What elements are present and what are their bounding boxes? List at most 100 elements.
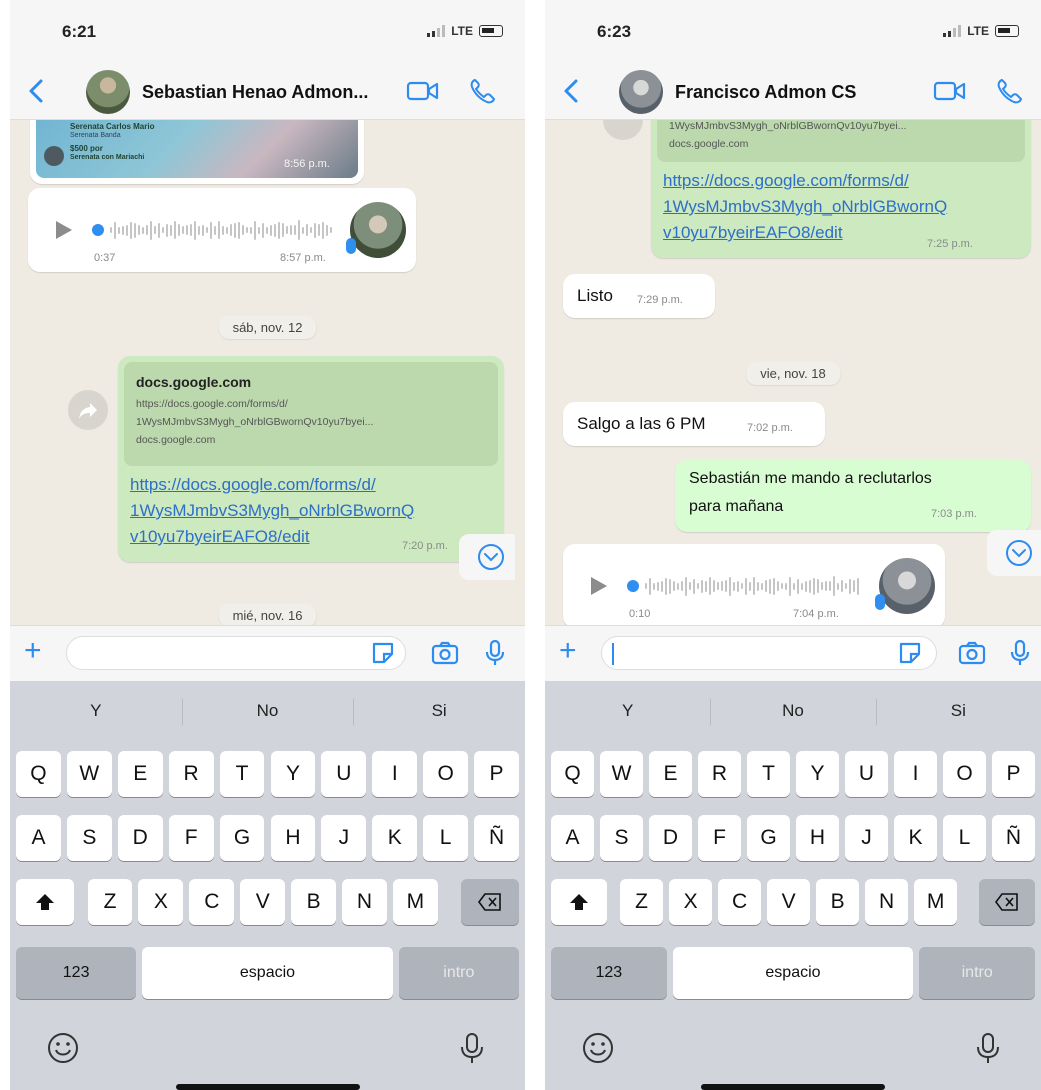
camera-icon[interactable] bbox=[957, 638, 987, 668]
dictation-icon[interactable] bbox=[971, 1031, 1005, 1065]
key-f[interactable]: F bbox=[698, 815, 741, 861]
key-z[interactable]: Z bbox=[87, 879, 133, 925]
link-message[interactable]: 1WysMJmbvS3Mygh_oNrblGBwornQv10yu7byei..… bbox=[651, 120, 1031, 258]
home-indicator[interactable] bbox=[701, 1084, 885, 1090]
plus-icon[interactable]: + bbox=[24, 636, 42, 666]
key-i[interactable]: I bbox=[894, 751, 937, 797]
link-message[interactable]: docs.google.com https://docs.google.com/… bbox=[118, 356, 504, 562]
key-ñ[interactable]: Ñ bbox=[992, 815, 1035, 861]
space-key[interactable]: espacio bbox=[672, 947, 914, 999]
home-indicator[interactable] bbox=[175, 1084, 360, 1090]
key-x[interactable]: X bbox=[669, 879, 713, 925]
message-list[interactable]: 1WysMJmbvS3Mygh_oNrblGBwornQv10yu7byei..… bbox=[545, 120, 1041, 625]
back-chevron-icon[interactable] bbox=[557, 76, 587, 106]
phone-call-icon[interactable] bbox=[993, 76, 1027, 106]
key-s[interactable]: S bbox=[600, 815, 643, 861]
key-d[interactable]: D bbox=[649, 815, 692, 861]
incoming-message[interactable]: Salgo a las 6 PM 7:02 p.m. bbox=[563, 402, 825, 446]
link-preview[interactable]: 1WysMJmbvS3Mygh_oNrblGBwornQv10yu7byei..… bbox=[657, 120, 1025, 162]
key-c[interactable]: C bbox=[189, 879, 235, 925]
contact-avatar[interactable] bbox=[86, 70, 130, 114]
key-b[interactable]: B bbox=[291, 879, 337, 925]
suggestion-1[interactable]: Y bbox=[90, 701, 101, 721]
emoji-icon[interactable] bbox=[46, 1031, 80, 1065]
key-a[interactable]: A bbox=[16, 815, 61, 861]
image-message[interactable]: Serenata Carlos Mario Serenata Banda $50… bbox=[30, 120, 364, 184]
key-r[interactable]: R bbox=[168, 751, 214, 797]
link-line-1[interactable]: https://docs.google.com/forms/d/ bbox=[663, 168, 909, 194]
link-line-3[interactable]: v10yu7byeirEAFO8/edit bbox=[130, 524, 310, 550]
numbers-key[interactable]: 123 bbox=[16, 947, 137, 999]
key-m[interactable]: M bbox=[914, 879, 958, 925]
message-list[interactable]: Serenata Carlos Mario Serenata Banda $50… bbox=[10, 120, 525, 625]
key-v[interactable]: V bbox=[240, 879, 286, 925]
key-j[interactable]: J bbox=[845, 815, 888, 861]
key-q[interactable]: Q bbox=[16, 751, 61, 797]
key-r[interactable]: R bbox=[698, 751, 741, 797]
key-m[interactable]: M bbox=[392, 879, 438, 925]
key-u[interactable]: U bbox=[321, 751, 367, 797]
key-e[interactable]: E bbox=[117, 751, 163, 797]
key-p[interactable]: P bbox=[992, 751, 1035, 797]
key-ñ[interactable]: Ñ bbox=[474, 815, 519, 861]
key-z[interactable]: Z bbox=[620, 879, 664, 925]
suggestion-3[interactable]: Si bbox=[951, 701, 966, 721]
key-o[interactable]: O bbox=[943, 751, 986, 797]
message-input[interactable] bbox=[601, 636, 937, 670]
key-j[interactable]: J bbox=[321, 815, 367, 861]
key-c[interactable]: C bbox=[718, 879, 762, 925]
scroll-down-button[interactable] bbox=[987, 530, 1041, 576]
key-l[interactable]: L bbox=[943, 815, 986, 861]
key-t[interactable]: T bbox=[747, 751, 790, 797]
voice-message[interactable]: 0:37 8:57 p.m. bbox=[28, 188, 416, 272]
shift-key[interactable] bbox=[551, 879, 607, 925]
dictation-icon[interactable] bbox=[455, 1031, 489, 1065]
suggestion-2[interactable]: No bbox=[257, 701, 279, 721]
suggestion-1[interactable]: Y bbox=[622, 701, 633, 721]
key-w[interactable]: W bbox=[66, 751, 112, 797]
forward-icon[interactable] bbox=[603, 120, 643, 140]
return-key[interactable]: intro bbox=[919, 947, 1035, 999]
playback-scrubber[interactable] bbox=[92, 224, 104, 236]
key-g[interactable]: G bbox=[747, 815, 790, 861]
plus-icon[interactable]: + bbox=[559, 636, 577, 666]
return-key[interactable]: intro bbox=[398, 947, 519, 999]
key-a[interactable]: A bbox=[551, 815, 594, 861]
space-key[interactable]: espacio bbox=[142, 947, 393, 999]
sticker-icon[interactable] bbox=[895, 638, 925, 668]
key-l[interactable]: L bbox=[423, 815, 469, 861]
numbers-key[interactable]: 123 bbox=[551, 947, 667, 999]
audio-waveform[interactable] bbox=[645, 572, 859, 600]
suggestion-3[interactable]: Si bbox=[432, 701, 447, 721]
key-u[interactable]: U bbox=[845, 751, 888, 797]
play-icon[interactable] bbox=[591, 577, 607, 595]
key-v[interactable]: V bbox=[767, 879, 811, 925]
key-s[interactable]: S bbox=[66, 815, 112, 861]
outgoing-message[interactable]: Sebastián me mando a reclutarlos para ma… bbox=[675, 460, 1031, 532]
link-line-3[interactable]: v10yu7byeirEAFO8/edit bbox=[663, 220, 843, 246]
key-y[interactable]: Y bbox=[270, 751, 316, 797]
key-d[interactable]: D bbox=[117, 815, 163, 861]
key-y[interactable]: Y bbox=[796, 751, 839, 797]
key-h[interactable]: H bbox=[270, 815, 316, 861]
audio-waveform[interactable] bbox=[110, 216, 332, 244]
key-i[interactable]: I bbox=[372, 751, 418, 797]
key-n[interactable]: N bbox=[865, 879, 909, 925]
contact-name[interactable]: Sebastian Henao Admon... bbox=[142, 82, 368, 103]
playback-scrubber[interactable] bbox=[627, 580, 639, 592]
link-line-2[interactable]: 1WysMJmbvS3Mygh_oNrblGBwornQ bbox=[663, 194, 947, 220]
message-input[interactable] bbox=[66, 636, 406, 670]
key-k[interactable]: K bbox=[372, 815, 418, 861]
key-k[interactable]: K bbox=[894, 815, 937, 861]
incoming-message[interactable]: Listo 7:29 p.m. bbox=[563, 274, 715, 318]
suggestion-2[interactable]: No bbox=[782, 701, 804, 721]
sticker-icon[interactable] bbox=[368, 638, 398, 668]
voice-message[interactable]: 0:10 7:04 p.m. bbox=[563, 544, 945, 625]
backspace-key[interactable] bbox=[979, 879, 1035, 925]
microphone-icon[interactable] bbox=[480, 638, 510, 668]
link-line-2[interactable]: 1WysMJmbvS3Mygh_oNrblGBwornQ bbox=[130, 498, 414, 524]
contact-avatar[interactable] bbox=[619, 70, 663, 114]
forward-icon[interactable] bbox=[68, 390, 108, 430]
link-line-1[interactable]: https://docs.google.com/forms/d/ bbox=[130, 472, 376, 498]
backspace-key[interactable] bbox=[460, 879, 519, 925]
